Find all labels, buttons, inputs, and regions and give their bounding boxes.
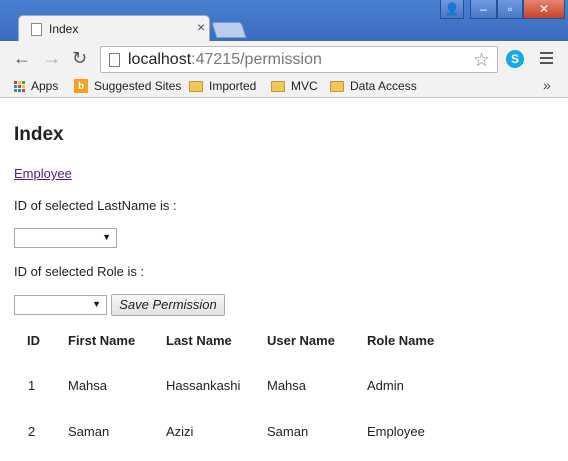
role-label: ID of selected Role is : [14,264,145,279]
bookmark-star-icon[interactable]: ☆ [473,49,490,72]
save-permission-button[interactable]: Save Permission [111,294,225,316]
reload-icon[interactable]: ↻ [72,49,87,67]
cell-user-name: Mahsa [267,378,307,393]
bookmark-label: Imported [209,79,257,93]
folder-icon [271,80,285,92]
page-icon [109,53,120,67]
bookmark-mvc[interactable]: MVC [271,79,318,93]
cell-last-name: Azizi [166,424,194,439]
tab-title: Index [49,22,79,36]
folder-icon [189,80,203,92]
cell-last-name: Hassankashi [166,378,241,393]
header-first-name: First Name [68,333,136,348]
role-select[interactable]: ▼ [14,295,107,315]
window-titlebar: Index × 👤 – ▫ ✕ [0,0,568,42]
bing-icon: b [74,79,88,93]
header-last-name: Last Name [166,333,232,348]
cell-first-name: Saman [68,424,110,439]
bookmark-label: Data Access [350,79,417,93]
bookmark-suggested-sites[interactable]: b Suggested Sites [74,79,181,93]
lastname-label: ID of selected LastName is : [14,198,177,213]
cell-role-name: Admin [367,378,404,393]
cell-id: 1 [28,378,36,393]
folder-icon [330,80,344,92]
dropdown-arrow-icon: ▼ [92,299,101,309]
employee-link[interactable]: Employee [14,166,72,181]
close-window-button[interactable]: ✕ [523,0,565,19]
url-text: localhost:47215/permission [128,51,322,69]
bookmark-label: MVC [291,79,318,93]
back-icon[interactable]: ← [13,49,31,67]
header-id: ID [27,333,40,348]
bookmark-data-access[interactable]: Data Access [330,79,417,93]
bookmark-apps[interactable]: Apps [14,79,58,93]
cell-id: 2 [28,424,36,439]
lastname-select[interactable]: ▼ [14,228,117,248]
user-icon[interactable]: 👤 [440,0,464,19]
header-role-name: Role Name [367,333,435,348]
bookmark-label: Suggested Sites [94,79,182,93]
browser-tab[interactable]: Index × [18,15,210,42]
cell-user-name: Saman [267,424,309,439]
forward-icon[interactable]: → [43,49,61,67]
url-host: localhost [128,51,192,68]
dropdown-arrow-icon: ▼ [102,232,111,242]
minimize-button[interactable]: – [470,0,497,19]
page-icon [31,23,42,36]
skype-icon[interactable]: S [506,50,524,68]
bookmark-imported[interactable]: Imported [189,79,256,93]
bookmark-label: Apps [31,79,59,93]
url-port-path: :47215/permission [191,51,322,68]
bookmarks-bar: Apps b Suggested Sites Imported MVC Data… [0,75,568,98]
maximize-button[interactable]: ▫ [497,0,523,19]
cell-role-name: Employee [367,424,425,439]
address-bar[interactable]: localhost:47215/permission ☆ [100,46,498,73]
apps-grid-icon [14,80,25,92]
close-tab-icon[interactable]: × [197,19,205,35]
new-tab-button[interactable] [211,22,247,38]
page-title: Index [14,124,64,145]
bookmarks-overflow-icon[interactable]: » [543,77,551,93]
header-user-name: User Name [267,333,335,348]
menu-icon[interactable] [540,52,553,67]
cell-first-name: Mahsa [68,378,108,393]
